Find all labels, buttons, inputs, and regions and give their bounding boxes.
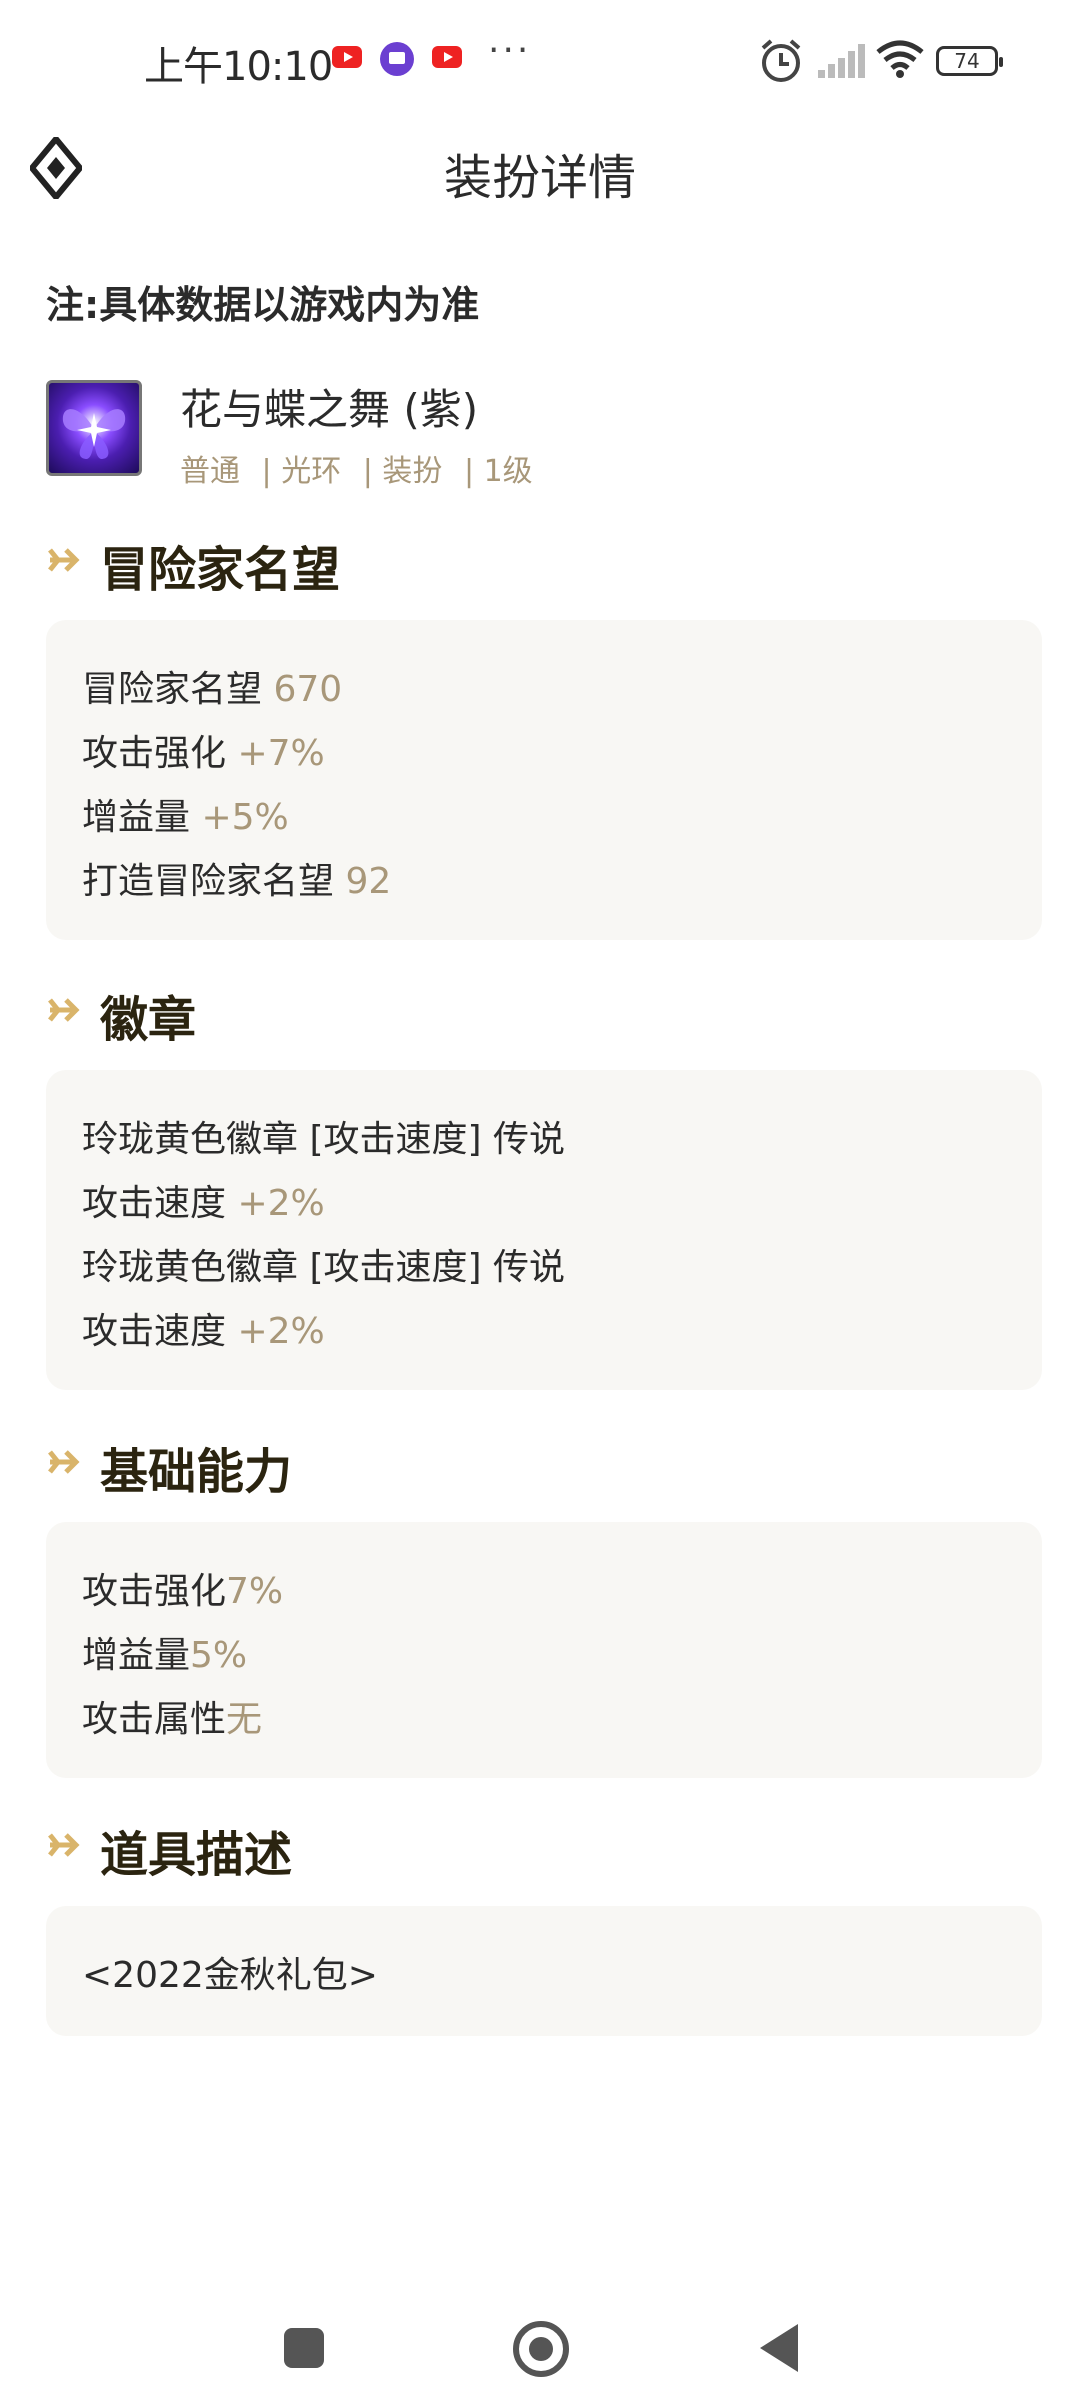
item-tag-type: | 光环: [261, 454, 342, 489]
stat-line: 增益量 +5%: [82, 797, 289, 838]
youtube-notification-icon: [432, 46, 462, 68]
arrow-bullet-icon: [48, 1833, 80, 1857]
description-text: <2022金秋礼包>: [82, 1955, 378, 1996]
stat-line: 攻击速度 +2%: [82, 1183, 325, 1224]
stat-line: 攻击属性无: [82, 1699, 263, 1740]
status-bar: 上午10:10 ··· 74: [0, 0, 1080, 120]
item-tag-level: | 1级: [463, 454, 533, 489]
item-tag-rarity: 普通: [180, 454, 240, 489]
arrow-bullet-icon: [48, 548, 80, 572]
item-tag-category: | 装扮: [362, 454, 443, 489]
signal-icon: [818, 44, 865, 78]
arrow-bullet-icon: [48, 1450, 80, 1474]
youtube-notification-icon: [332, 46, 362, 68]
battery-indicator: 74: [936, 46, 1003, 76]
stat-line: 打造冒险家名望 92: [82, 861, 392, 902]
battery-level: 74: [954, 49, 980, 73]
basic-card: 攻击强化7% 增益量5% 攻击属性无: [46, 1522, 1042, 1778]
stat-line: 玲珑黄色徽章 [攻击速度] 传说: [82, 1119, 565, 1160]
page-title: 装扮详情: [443, 150, 636, 206]
alarm-icon: [761, 39, 801, 82]
stat-line: 攻击速度 +2%: [82, 1311, 325, 1352]
wifi-icon: [876, 40, 924, 78]
fame-card: 冒险家名望 670 攻击强化 +7% 增益量 +5% 打造冒险家名望 92: [46, 620, 1042, 940]
emblem-card: 玲珑黄色徽章 [攻击速度] 传说 攻击速度 +2% 玲珑黄色徽章 [攻击速度] …: [46, 1070, 1042, 1390]
news-notification-icon: [380, 42, 414, 76]
stat-line: 增益量5%: [82, 1635, 248, 1676]
stat-line: 玲珑黄色徽章 [攻击速度] 传说: [82, 1247, 565, 1288]
clock: 上午10:10: [144, 44, 333, 90]
more-notifications-icon: ···: [488, 30, 532, 71]
item-tags: 普通 | 光环 | 装扮 | 1级: [180, 446, 545, 490]
butterfly-item-icon: [46, 380, 142, 476]
stat-line: 冒险家名望 670: [82, 669, 343, 710]
back-button[interactable]: [760, 2324, 798, 2372]
item-summary: 花与蝶之舞 (紫) 普通 | 光环 | 装扮 | 1级: [46, 380, 1026, 490]
recents-button[interactable]: [284, 2328, 324, 2368]
stat-line: 攻击强化 +7%: [82, 733, 325, 774]
arrow-bullet-icon: [48, 998, 80, 1022]
description-card: <2022金秋礼包>: [46, 1906, 1042, 2036]
disclaimer-note: 注:具体数据以游戏内为准: [46, 283, 480, 327]
stat-line: 攻击强化7%: [82, 1571, 284, 1612]
home-button[interactable]: [513, 2321, 569, 2377]
item-name: 花与蝶之舞 (紫): [180, 385, 479, 434]
